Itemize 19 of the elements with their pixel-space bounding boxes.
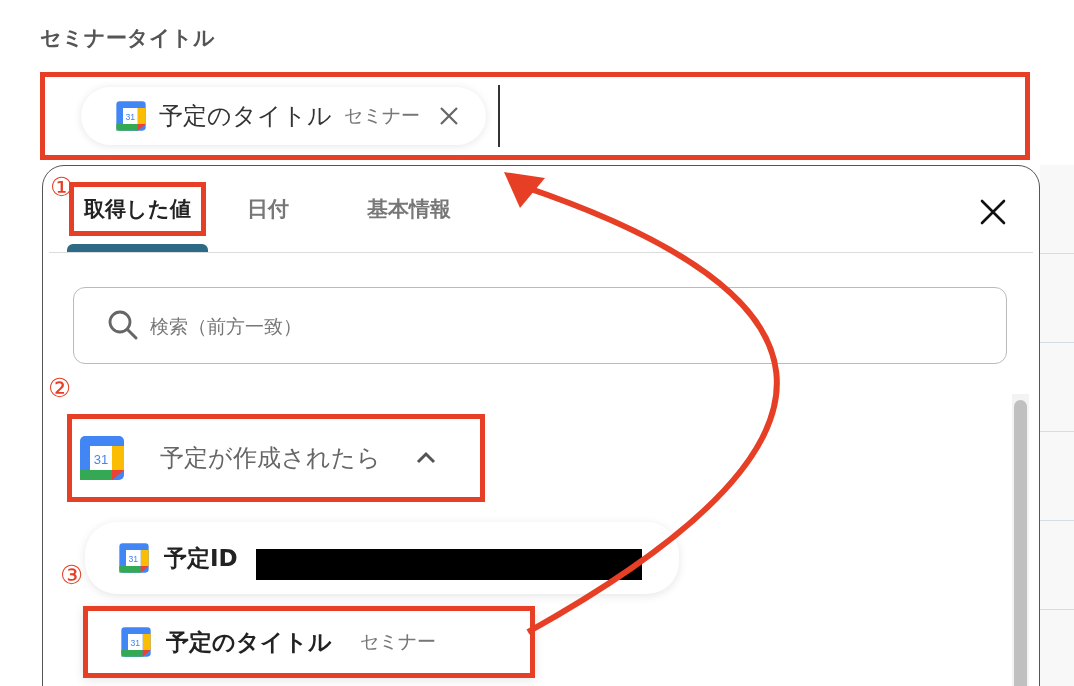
input-field[interactable]: 31 予定のタイトル セミナー xyxy=(40,72,1030,160)
scrollbar[interactable] xyxy=(1012,394,1029,686)
search-icon xyxy=(107,309,139,341)
tab[interactable]: 日付 xyxy=(208,166,328,252)
search-field[interactable]: 検索（前方一致） xyxy=(73,287,1007,364)
calendar-icon: 31 xyxy=(78,434,126,482)
calendar-icon: 31 xyxy=(120,626,152,658)
close-icon[interactable] xyxy=(979,198,1007,226)
tab[interactable]: 基本情報 xyxy=(328,166,490,252)
text-cursor xyxy=(498,85,500,147)
step-number: ② xyxy=(48,375,72,401)
variable-chip[interactable]: 31 予定のタイトル セミナー xyxy=(81,87,486,145)
trigger-group-header[interactable]: 31 予定が作成されたら xyxy=(67,414,485,502)
field-label: セミナータイトル xyxy=(40,25,215,52)
calendar-icon: 31 xyxy=(118,542,150,574)
chevron-icon xyxy=(415,451,437,465)
step-number: ③ xyxy=(60,562,84,588)
variable-item[interactable]: 31 予定のタイトル セミナー xyxy=(83,606,535,678)
calendar-icon: 31 xyxy=(115,100,147,132)
